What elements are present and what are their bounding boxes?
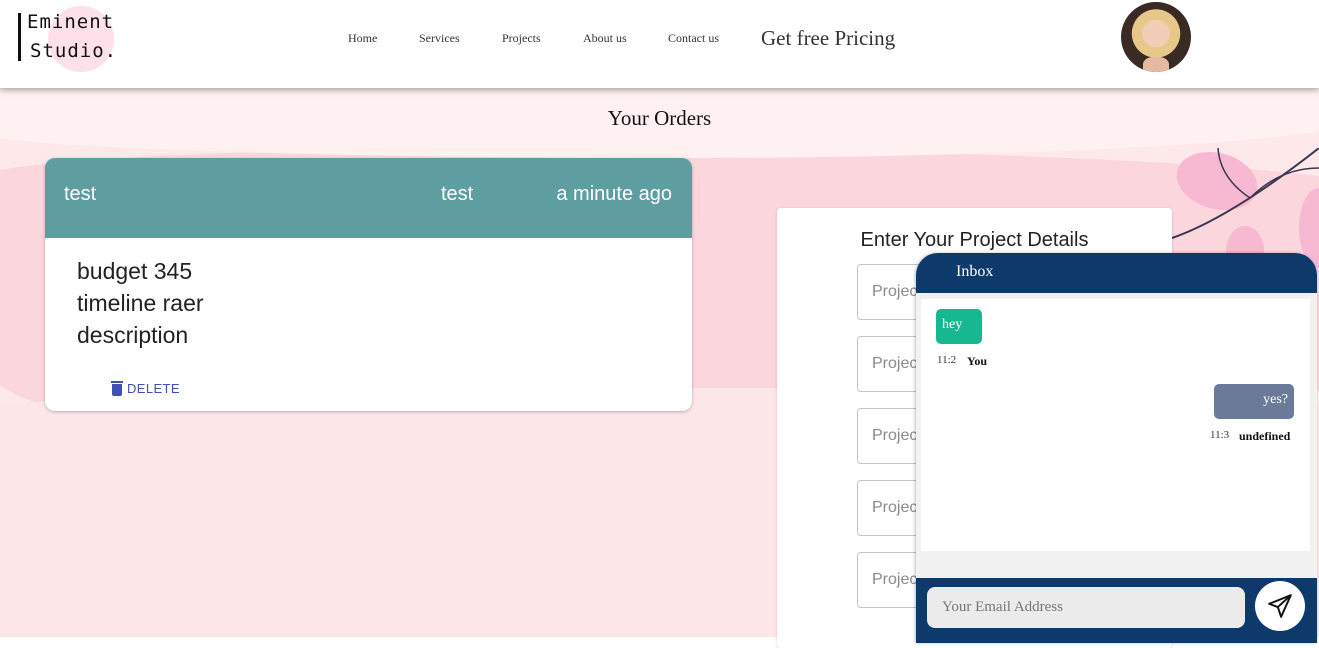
message-time: 11:2 xyxy=(937,354,957,366)
chat-composer xyxy=(916,578,1317,643)
order-card: test test a minute ago budget 345 timeli… xyxy=(45,158,692,411)
user-avatar[interactable] xyxy=(1121,2,1191,72)
order-budget: budget 345 xyxy=(77,258,193,284)
page-title: Your Orders xyxy=(607,106,712,130)
logo-text-line-2: Studio. xyxy=(30,40,118,62)
chat-message-outgoing: hey xyxy=(936,309,982,344)
order-timeline: timeline raer xyxy=(77,290,204,316)
message-sender: undefined xyxy=(1239,429,1291,443)
form-title: Enter Your Project Details xyxy=(860,229,1089,251)
chat-header[interactable]: Inbox xyxy=(916,253,1317,293)
message-sender: You xyxy=(967,354,988,368)
chat-title: Inbox xyxy=(956,263,994,280)
order-client: test xyxy=(441,183,474,205)
delete-order-button[interactable]: DELETE xyxy=(111,376,180,400)
order-card-header: test test a minute ago xyxy=(45,158,692,238)
nav-link-home[interactable]: Home xyxy=(348,31,377,47)
nav-link-about-us[interactable]: About us xyxy=(583,31,627,47)
brand-logo[interactable]: Eminent Studio. xyxy=(18,6,118,72)
nav-link-projects[interactable]: Projects xyxy=(502,31,541,47)
delete-button-label: DELETE xyxy=(127,380,180,396)
chat-email-input[interactable] xyxy=(927,587,1245,628)
order-name: test xyxy=(64,183,97,205)
order-description: description xyxy=(77,322,189,348)
logo-bar xyxy=(18,13,21,61)
logo-text-line-1: Eminent xyxy=(27,11,115,33)
nav-link-contact-us[interactable]: Contact us xyxy=(668,31,719,47)
nav-link-services[interactable]: Services xyxy=(419,31,460,47)
order-time: a minute ago xyxy=(556,183,672,205)
send-button[interactable] xyxy=(1255,581,1305,631)
decorative-branch xyxy=(1171,148,1319,239)
chat-widget: Inbox hey 11:2 You yes? 11:3 undefined xyxy=(916,253,1317,643)
message-time: 11:3 xyxy=(1210,429,1230,441)
nav-link-get-free-pricing[interactable]: Get free Pricing xyxy=(761,26,895,51)
top-navigation-bar: Eminent Studio. Home Services Projects A… xyxy=(0,0,1319,88)
trash-icon xyxy=(111,380,123,396)
chat-messages[interactable]: hey 11:2 You yes? 11:3 undefined xyxy=(921,299,1310,551)
send-icon xyxy=(1268,594,1292,618)
chat-message-incoming: yes? xyxy=(1214,384,1294,419)
order-details: budget 345 timeline raer description xyxy=(77,255,204,351)
